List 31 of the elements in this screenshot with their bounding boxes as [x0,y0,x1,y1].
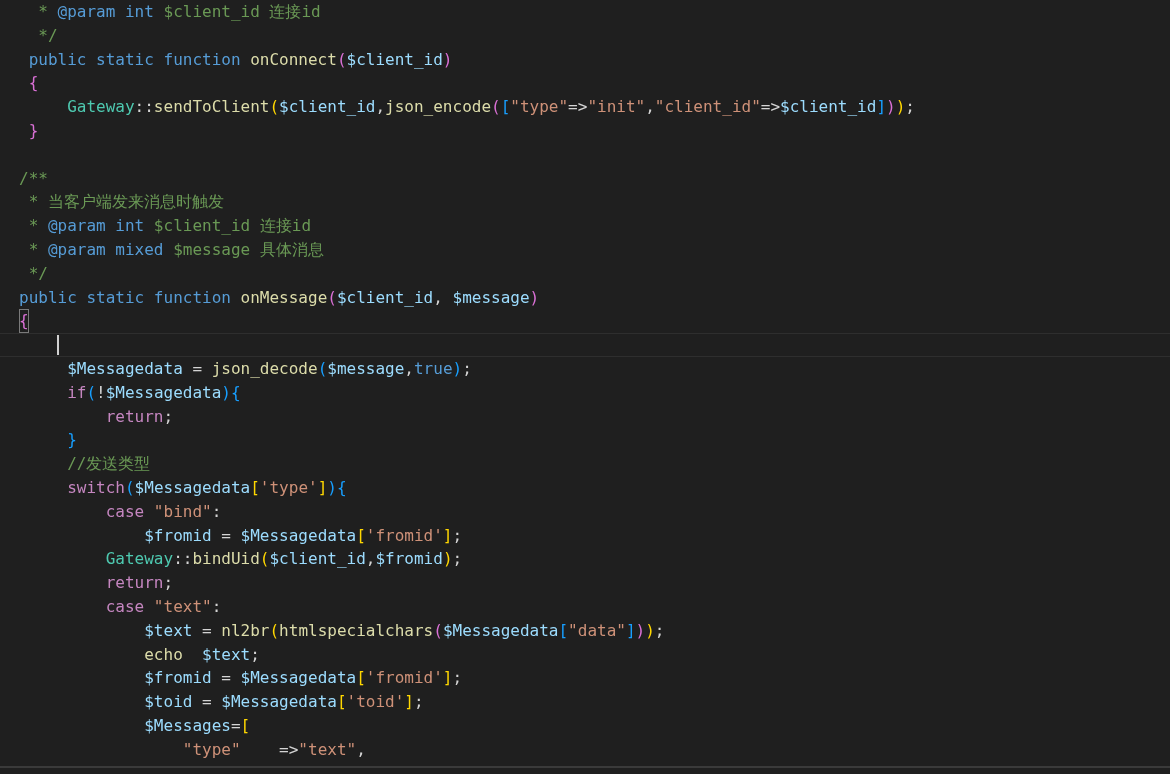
code-line: * 当客户端发来消息时触发 [27,191,225,214]
code-line: */ [27,262,49,285]
code-line: * @param int $client_id 连接id [37,1,322,23]
code-line: } [27,120,40,142]
code-line: /** [19,167,49,190]
code-line: case "bind": [104,500,223,523]
text-cursor [57,335,59,356]
code-line: public static function onConnect($client_id) [27,48,454,71]
code-line: if(!$Messagedata){ [66,381,242,404]
code-line: */ [37,24,59,47]
code-line: return; [104,405,175,428]
code-line: * @param mixed $message 具体消息 [27,238,325,261]
code-line: { [27,72,40,95]
code-line: case "text": [104,595,223,618]
code-line: $fromid = $Messagedata['fromid']; [143,667,464,690]
code-line: } [66,429,78,452]
code-line: public static function onMessage($client_id, $message) [19,286,541,309]
code-line: * @param int $client_id 连接id [27,215,313,238]
code-line: $fromid = $Messagedata['fromid']; [143,524,464,547]
code-line: $Messages=[ [143,714,252,737]
code-line: $Messagedata = json_decode($message,true); [66,357,473,380]
code-line: //发送类型 [66,453,152,476]
code-line: Gateway::bindUid($client_id,$fromid); [104,548,464,571]
code-line: switch($Messagedata['type']){ [66,476,348,499]
code-line: $toid = $Messagedata['toid']; [143,691,425,714]
code-line: { [19,309,1170,334]
code-line: echo $text; [143,643,261,666]
code-line: Gateway::sendToClient($client_id,json_encode(["type"=>"init","client_id"=>$client_id])); [66,96,916,119]
code-line: return; [104,572,175,595]
code-line: $text = nl2br(htmlspecialchars($Messagedata["data"])); [143,619,666,642]
code-line: "type" =>"text", [181,738,367,761]
